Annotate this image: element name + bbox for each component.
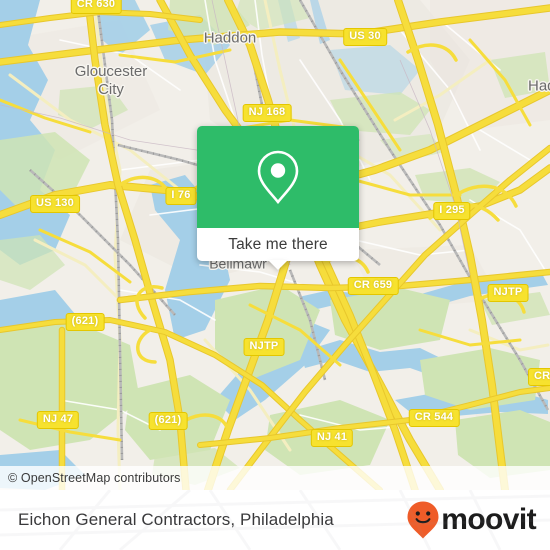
road-shield-nj-47: NJ 47 xyxy=(36,411,80,429)
take-me-there-label: Take me there xyxy=(228,235,328,253)
road-shield-621-a: (621) xyxy=(65,313,105,331)
road-shield-njtp-1: NJTP xyxy=(487,284,529,302)
road-shield-us-30: US 30 xyxy=(343,28,387,46)
road-shield-nj-168: NJ 168 xyxy=(242,104,292,122)
location-popup-card[interactable]: Take me there xyxy=(197,126,359,270)
take-me-there-button[interactable]: Take me there xyxy=(197,228,359,270)
road-shield-nj-41: NJ 41 xyxy=(310,429,354,447)
road-shield-njtp-2: NJTP xyxy=(243,338,285,356)
place-label-haddon: Haddon xyxy=(203,29,257,47)
moovit-logo[interactable]: moovit xyxy=(406,500,537,540)
road-shield-cr-5: CR 5 xyxy=(528,368,550,386)
road-shield-cr-630: CR 630 xyxy=(70,0,122,14)
moovit-wordmark: moovit xyxy=(441,503,536,536)
moovit-smiling-pin-icon xyxy=(407,501,439,539)
map-canvas[interactable]: .w { fill:#a4cfe8; } .pk { fill:#cfe4b4;… xyxy=(0,0,550,490)
place-label-gloucester-city: Gloucester City xyxy=(74,63,148,98)
attribution-text: © OpenStreetMap contributors xyxy=(8,471,181,485)
map-attribution: © OpenStreetMap contributors xyxy=(0,466,550,490)
place-label-haddonfield-cut: Had xyxy=(528,77,550,95)
location-title: Eichon General Contractors, Philadelphia xyxy=(18,510,334,529)
popup-marker-area xyxy=(197,126,359,228)
road-shield-cr-544: CR 544 xyxy=(408,409,460,427)
map-pin-icon xyxy=(257,150,299,205)
road-shield-cr-659: CR 659 xyxy=(347,277,399,295)
moovit-map-screenshot: .w { fill:#a4cfe8; } .pk { fill:#cfe4b4;… xyxy=(0,0,550,550)
road-shield-i-76: I 76 xyxy=(165,187,197,205)
road-shield-621-b: (621) xyxy=(148,412,188,430)
popup-pointer-tail xyxy=(268,260,288,270)
road-shield-i-295: I 295 xyxy=(433,202,471,220)
footer-bar: Eichon General Contractors, Philadelphia… xyxy=(0,490,550,550)
road-shield-us-130: US 130 xyxy=(30,195,80,213)
